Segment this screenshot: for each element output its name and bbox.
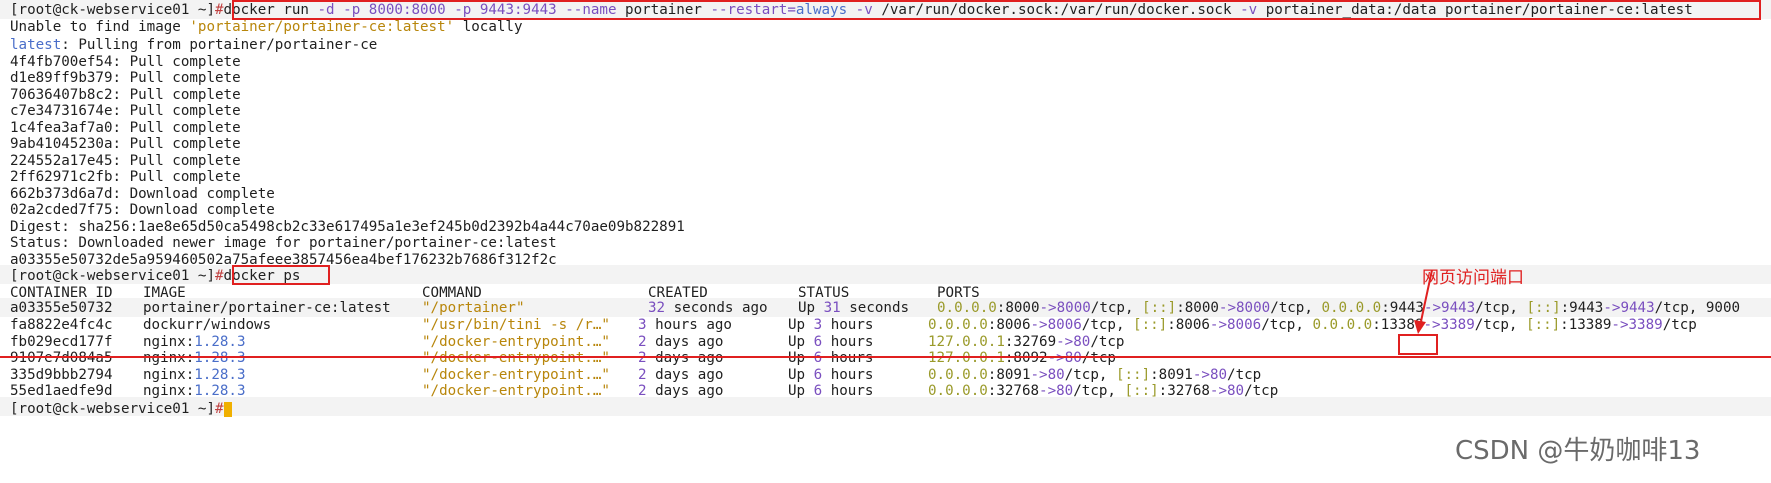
annotation-arrow	[1414, 269, 1433, 334]
watermark-text: CSDN @牛奶咖啡13	[1455, 436, 1701, 466]
annotation-label: 网页访问端口	[1422, 268, 1524, 288]
terminal-window[interactable]: [root@ck-webservice01 ~]#docker run -d -…	[0, 0, 1771, 483]
